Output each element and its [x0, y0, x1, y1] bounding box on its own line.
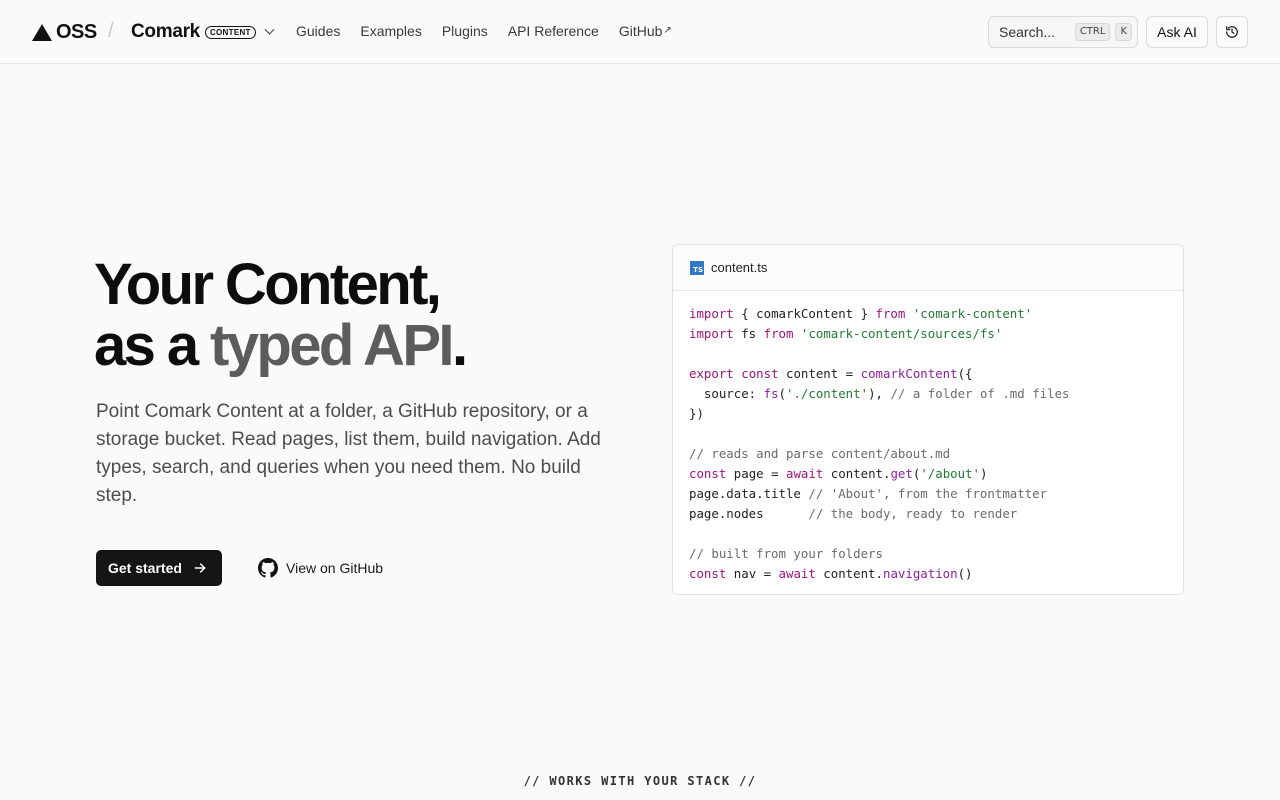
typescript-file-icon: TS [690, 260, 704, 275]
history-button[interactable] [1216, 16, 1248, 48]
code-token: page = [726, 466, 786, 481]
code-token: content. [815, 566, 883, 581]
code-token: get [890, 466, 913, 481]
hero-title-line2-prefix: as a [94, 313, 210, 378]
nav-item-github[interactable]: GitHub↗ [619, 22, 672, 40]
code-line: export const content = comarkContent({ [689, 364, 1167, 384]
code-token: page.nodes [689, 506, 809, 521]
code-token: fs [733, 326, 764, 341]
view-on-github-link[interactable]: View on GitHub [258, 556, 383, 580]
code-line: // reads and parse content/about.md [689, 444, 1167, 464]
nav-item-examples[interactable]: Examples [360, 22, 421, 40]
code-token: content = [778, 366, 861, 381]
code-token: import [689, 306, 734, 321]
logo-triangle-icon [32, 23, 52, 41]
code-token: const [741, 366, 779, 381]
code-line: // built from your folders [689, 544, 1167, 564]
code-token: // reads and parse content/about.md [689, 446, 951, 461]
code-token: }) [689, 406, 704, 421]
code-token: () [957, 566, 973, 581]
nav-item-plugins[interactable]: Plugins [442, 22, 488, 40]
code-token: from [763, 326, 794, 341]
code-line: import fs from 'comark-content/sources/f… [689, 324, 1167, 344]
code-token: { comarkContent } [733, 306, 876, 321]
external-link-icon: ↗ [663, 25, 672, 36]
code-token: // the body, ready to render [808, 506, 1018, 521]
code-file-header: TS content.ts [673, 245, 1183, 291]
brand-logo[interactable]: OSS [32, 20, 97, 44]
code-token: export [689, 366, 734, 381]
nav-item-github-label: GitHub [618, 23, 663, 39]
code-token: comarkContent [860, 366, 958, 381]
shortcut-key-ctrl: CTRL [1074, 23, 1111, 41]
code-line: page.nodes // the body, ready to render [689, 504, 1167, 524]
get-started-label: Get started [108, 560, 182, 576]
arrow-right-icon [192, 560, 208, 576]
code-token: './content' [786, 386, 869, 401]
code-token: // 'About', from the frontmatter [808, 486, 1048, 501]
github-icon [258, 558, 278, 578]
code-token: page.data.title [689, 486, 809, 501]
code-token: 'comark-content/sources/fs' [800, 326, 1003, 341]
code-token: // built from your folders [689, 546, 883, 561]
code-token: source: [689, 386, 764, 401]
hero-title-period: . [451, 313, 468, 378]
code-token: const [689, 466, 727, 481]
top-header: OSS / Comark CONTENT Guides Examples Plu… [0, 0, 1280, 64]
code-line: source: fs('./content'), // a folder of … [689, 384, 1167, 404]
main-nav: Guides Examples Plugins API Reference Gi… [296, 22, 672, 40]
hero-title-highlight: typed API [210, 313, 455, 378]
view-on-github-label: View on GitHub [286, 560, 384, 576]
code-line: }) [689, 404, 1167, 424]
hero-lead: Point Comark Content at a folder, a GitH… [96, 401, 601, 506]
code-token: navigation [882, 566, 958, 581]
nav-item-guides[interactable]: Guides [296, 22, 340, 40]
code-filename: content.ts [711, 260, 768, 275]
hero-title-line1: Your Content, [94, 252, 442, 317]
search-placeholder: Search... [999, 24, 1056, 40]
code-line: const page = await content.get('/about') [689, 464, 1167, 484]
hero-title: Your Content, as a typed API. [94, 252, 468, 378]
works-with-stack-heading: // WORKS WITH YOUR STACK // [523, 774, 757, 788]
code-token: 'comark-content' [912, 306, 1033, 321]
chevron-down-icon [264, 24, 275, 35]
code-token: ( [778, 386, 786, 401]
product-switcher[interactable]: Comark CONTENT [131, 19, 275, 45]
code-token: import [689, 326, 734, 341]
code-line: import { comarkContent } from 'comark-co… [689, 304, 1167, 324]
history-icon [1226, 26, 1238, 38]
shortcut-key-k: K [1115, 23, 1132, 41]
code-token: fs [763, 386, 779, 401]
get-started-button[interactable]: Get started [96, 550, 222, 586]
code-line: page.data.title // 'About', from the fro… [689, 484, 1167, 504]
code-token: ) [980, 466, 988, 481]
code-token: from [875, 306, 906, 321]
code-token: content. [823, 466, 891, 481]
code-token: const [689, 566, 727, 581]
code-line: const nav = await content.navigation() [689, 564, 1167, 584]
code-token: await [786, 466, 824, 481]
brand-text: OSS [56, 20, 97, 43]
code-token: // a folder of .md files [890, 386, 1070, 401]
product-name: Comark [131, 21, 200, 42]
code-token: '/about' [920, 466, 980, 481]
nav-item-api-reference[interactable]: API Reference [508, 22, 599, 40]
code-token: ), [868, 386, 891, 401]
ask-ai-button[interactable]: Ask AI [1146, 16, 1208, 48]
code-token: ({ [957, 366, 973, 381]
search-button[interactable]: Search... CTRL K [988, 16, 1138, 48]
product-badge: CONTENT [204, 25, 256, 39]
code-token: nav = [726, 566, 779, 581]
breadcrumb-separator: / [108, 20, 114, 42]
code-body: import { comarkContent } from 'comark-co… [673, 291, 1183, 594]
code-token: await [778, 566, 816, 581]
code-sample-card: TS content.ts import { comarkContent } f… [672, 244, 1184, 595]
